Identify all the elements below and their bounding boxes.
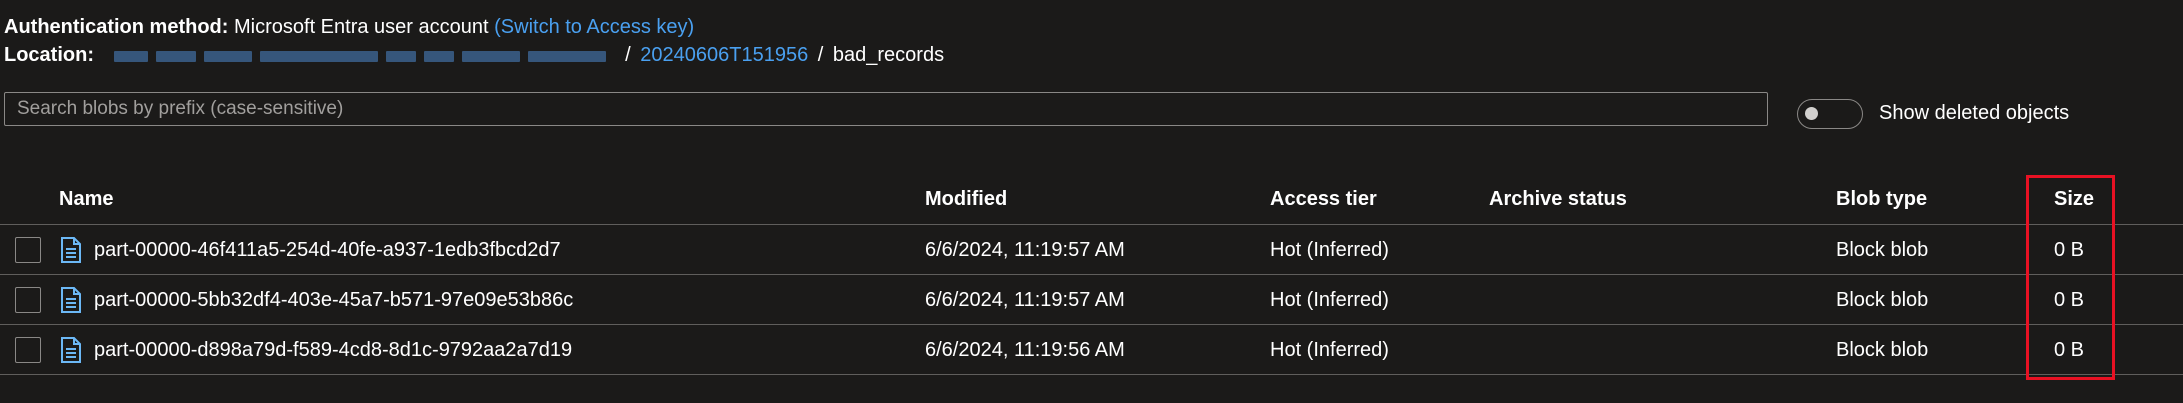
column-header-name[interactable]: Name [59, 186, 113, 212]
blob-modified: 6/6/2024, 11:19:56 AM [925, 339, 1125, 361]
blob-type: Block blob [1836, 239, 1929, 261]
switch-to-access-key-link[interactable]: (Switch to Access key) [494, 16, 694, 38]
location-label: Location: [4, 44, 94, 66]
column-header-access-tier[interactable]: Access tier [1270, 186, 1377, 212]
column-header-size[interactable]: Size [2054, 186, 2094, 212]
blob-access-tier: Hot (Inferred) [1270, 339, 1389, 361]
blob-size: 0 B [2054, 289, 2085, 311]
table-row[interactable]: part-00000-5bb32df4-403e-45a7-b571-97e09… [0, 275, 2183, 325]
file-icon [61, 237, 81, 263]
table-row[interactable]: part-00000-46f411a5-254d-40fe-a937-1edb3… [0, 225, 2183, 275]
blob-access-tier: Hot (Inferred) [1270, 239, 1389, 261]
auth-method-value: Microsoft Entra user account [234, 16, 489, 38]
search-blobs-input[interactable] [4, 92, 1768, 126]
blob-size: 0 B [2054, 239, 2085, 261]
breadcrumb-folder-link[interactable]: 20240606T151956 [640, 44, 808, 66]
blob-type: Block blob [1836, 339, 1929, 361]
breadcrumb-current: bad_records [832, 44, 945, 66]
table-header: Name Modified Access tier Archive status… [0, 175, 2183, 225]
blob-modified: 6/6/2024, 11:19:57 AM [925, 289, 1125, 311]
file-icon [61, 287, 81, 313]
auth-method-line: Authentication method: Microsoft Entra u… [4, 14, 694, 40]
blob-size: 0 B [2054, 339, 2085, 361]
blob-access-tier: Hot (Inferred) [1270, 289, 1389, 311]
blob-name[interactable]: part-00000-46f411a5-254d-40fe-a937-1edb3… [94, 237, 561, 263]
column-header-blob-type[interactable]: Blob type [1836, 186, 1927, 212]
blob-modified: 6/6/2024, 11:19:57 AM [925, 239, 1125, 261]
breadcrumb-separator: / [625, 44, 631, 66]
show-deleted-label: Show deleted objects [1879, 102, 2070, 124]
row-checkbox[interactable] [15, 287, 41, 313]
blob-name[interactable]: part-00000-d898a79d-f589-4cd8-8d1c-9792a… [94, 337, 572, 363]
auth-method-label: Authentication method: [4, 16, 229, 38]
column-header-archive-status[interactable]: Archive status [1489, 186, 1627, 212]
redacted-path[interactable] [104, 46, 614, 66]
breadcrumb: Location: / 20240606T151956 / bad_record… [4, 42, 944, 68]
column-header-modified[interactable]: Modified [925, 186, 1007, 212]
table-row[interactable]: part-00000-d898a79d-f589-4cd8-8d1c-9792a… [0, 325, 2183, 375]
toggle-knob [1805, 107, 1818, 120]
row-checkbox[interactable] [15, 237, 41, 263]
breadcrumb-separator: / [817, 44, 824, 66]
blob-type: Block blob [1836, 289, 1929, 311]
file-icon [61, 337, 81, 363]
row-checkbox[interactable] [15, 337, 41, 363]
storage-browser: Authentication method: Microsoft Entra u… [0, 0, 2183, 403]
show-deleted-toggle[interactable] [1797, 99, 1863, 129]
blob-name[interactable]: part-00000-5bb32df4-403e-45a7-b571-97e09… [94, 287, 573, 313]
